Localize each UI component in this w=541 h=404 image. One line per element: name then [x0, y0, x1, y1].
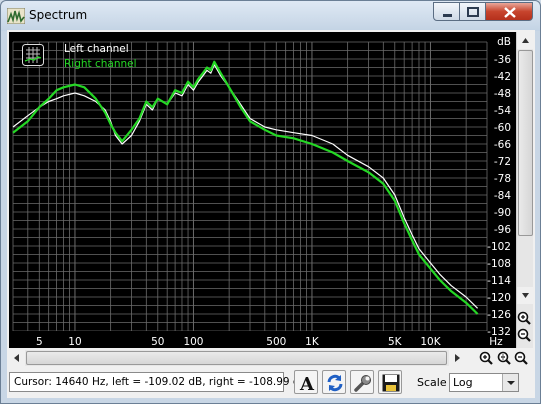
- chevron-down-icon: [507, 381, 515, 385]
- vertical-scrollbar[interactable]: [516, 32, 534, 348]
- arrow-up-icon: [522, 38, 529, 43]
- spectrum-app-icon: [7, 8, 25, 24]
- minimize-icon: [443, 14, 452, 17]
- spectrum-plot[interactable]: 5 10 50 100 500 1K 5K 10K Hz -36 -42 -48 -54 -60 -66 -7…: [9, 32, 519, 348]
- scroll-down-button[interactable]: [517, 287, 534, 304]
- window-title: Spectrum: [29, 8, 88, 22]
- legend-right-channel: Right channel: [64, 58, 137, 70]
- scale-dropdown-button[interactable]: [502, 374, 518, 391]
- cursor-readout: Cursor: 14640 Hz, left = -109.02 dB, rig…: [9, 372, 307, 392]
- vertical-scroll-thumb[interactable]: [518, 50, 533, 236]
- arrow-down-icon: [522, 293, 529, 298]
- spectrum-chart[interactable]: 5 10 50 100 500 1K 5K 10K Hz-36-42-48-54-60-66-7…: [9, 32, 516, 348]
- font-icon: A: [299, 374, 315, 393]
- y-tick-label: -120: [487, 292, 511, 304]
- settings-wrench-icon: [354, 375, 371, 392]
- horizontal-scrollbar[interactable]: [9, 350, 465, 366]
- y-tick-label: -78: [494, 173, 511, 185]
- scale-label: Scale: [417, 376, 447, 389]
- y-tick-label: -108: [487, 258, 511, 270]
- font-button[interactable]: A: [294, 370, 318, 394]
- y-tick-label: -36: [494, 54, 511, 66]
- series-line-right-channel: [12, 60, 479, 315]
- y-tick-label: -42: [494, 71, 511, 83]
- y-tick-label: -114: [487, 275, 511, 287]
- y-tick-label: -66: [494, 139, 511, 151]
- minimize-button[interactable]: [433, 2, 460, 21]
- x-tick-label: 500: [266, 336, 286, 348]
- scroll-left-button[interactable]: [9, 350, 25, 366]
- x-tick-label: 50: [151, 336, 164, 348]
- legend-grid-icon[interactable]: [22, 44, 44, 66]
- scale-dropdown-value: Log: [453, 376, 473, 389]
- y-tick-label: -102: [487, 241, 511, 253]
- close-icon: [504, 7, 516, 18]
- scroll-right-button[interactable]: [449, 350, 465, 366]
- close-button[interactable]: [485, 2, 533, 21]
- svg-text:A: A: [299, 374, 315, 393]
- y-tick-label: -132: [487, 326, 511, 338]
- refresh-icon: [327, 374, 343, 392]
- y-tick-label: -84: [494, 190, 511, 202]
- maximize-icon: [467, 7, 479, 17]
- y-tick-label: -54: [494, 105, 511, 117]
- title-bar[interactable]: Spectrum: [1, 1, 540, 31]
- arrow-left-icon: [14, 354, 19, 362]
- y-tick-label: -126: [487, 309, 511, 321]
- refresh-button[interactable]: [322, 370, 346, 394]
- x-tick-label: 1K: [305, 336, 320, 348]
- settings-button[interactable]: [350, 370, 374, 394]
- x-tick-label: 10: [68, 336, 81, 348]
- client-area: 5 10 50 100 500 1K 5K 10K Hz -36 -42 -48 -54 -60 -66 -7…: [7, 30, 535, 398]
- x-tick-label: 100: [183, 336, 203, 348]
- zoom-fit-icon[interactable]: [496, 351, 512, 366]
- x-tick-label: 10K: [420, 336, 441, 348]
- x-tick-label: 5: [36, 336, 43, 348]
- y-unit-label: dB: [497, 36, 511, 48]
- zoom-in-icon[interactable]: [478, 351, 494, 366]
- scale-dropdown[interactable]: Log: [449, 373, 519, 392]
- save-disk-icon: [382, 374, 400, 392]
- save-button[interactable]: [378, 370, 402, 394]
- status-bar: Cursor: 14640 Hz, left = -109.02 dB, rig…: [7, 370, 535, 398]
- scroll-up-button[interactable]: [517, 32, 534, 49]
- zoom-out-icon[interactable]: [513, 351, 529, 366]
- y-tick-label: -90: [494, 207, 511, 219]
- arrow-right-icon: [455, 354, 460, 362]
- x-tick-label: 5K: [388, 336, 403, 348]
- y-tick-label: -60: [494, 122, 511, 134]
- y-tick-label: -96: [494, 224, 511, 236]
- maximize-button[interactable]: [459, 2, 486, 21]
- y-tick-label: -72: [494, 156, 511, 168]
- vertical-zoom-in-icon[interactable]: [516, 311, 533, 326]
- vertical-zoom-out-icon[interactable]: [516, 328, 533, 343]
- y-tick-label: -48: [494, 88, 511, 100]
- legend-left-channel: Left channel: [64, 43, 129, 55]
- horizontal-scroll-thumb[interactable]: [26, 351, 447, 365]
- spectrum-window: Spectrum 5 10 50 100 500 1K 5K 10K Hz -36 -42 -48 -5…: [0, 0, 541, 404]
